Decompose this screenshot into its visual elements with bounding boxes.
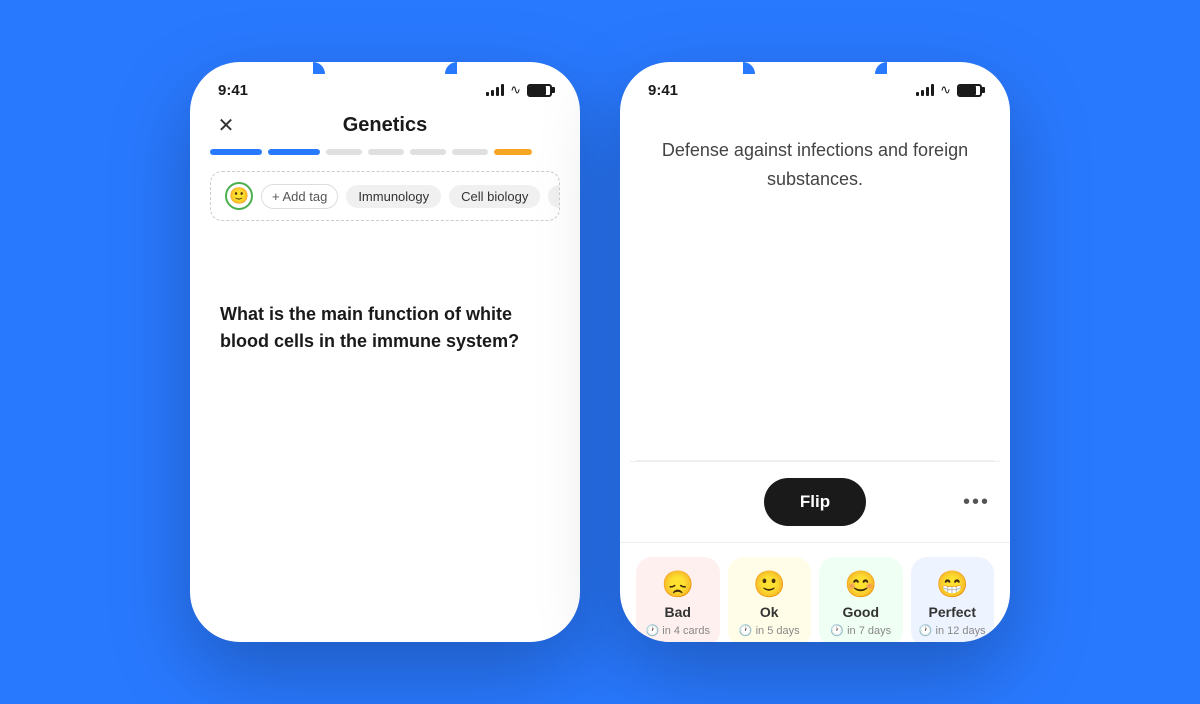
status-icons-right: ∿ — [916, 82, 982, 98]
nav-bar: ✕ Genetics — [210, 106, 560, 149]
tag-more[interactable]: M... — [548, 185, 560, 208]
bad-emoji: 😞 — [662, 569, 694, 600]
clock-icon-bad: 🕐 — [646, 624, 660, 637]
smiley-icon: 🙂 — [229, 186, 249, 206]
battery-fill — [529, 86, 546, 95]
wifi-icon-r: ∿ — [940, 82, 951, 98]
page-title: Genetics — [343, 114, 427, 137]
rating-good-button[interactable]: 😊 Good 🕐 in 7 days — [819, 557, 903, 642]
progress-seg-7 — [494, 149, 532, 155]
battery-fill-r — [959, 86, 976, 95]
progress-seg-4 — [368, 149, 404, 155]
notch — [325, 62, 445, 90]
right-phone: 9:41 ∿ Defense against infections and fo… — [620, 62, 1010, 642]
left-phone: 9:41 ∿ ✕ Genetics — [190, 62, 580, 642]
progress-seg-2 — [268, 149, 320, 155]
progress-seg-1 — [210, 149, 262, 155]
rating-buttons: 😞 Bad 🕐 in 4 cards 🙂 Ok 🕐 in 5 days — [636, 557, 994, 642]
signal-icon — [486, 84, 504, 96]
ok-label: Ok — [760, 604, 779, 620]
perfect-emoji: 😁 — [936, 569, 968, 600]
wifi-icon: ∿ — [510, 82, 521, 98]
progress-seg-3 — [326, 149, 362, 155]
good-emoji: 😊 — [845, 569, 877, 600]
good-label: Good — [842, 604, 879, 620]
progress-seg-5 — [410, 149, 446, 155]
emoji-button[interactable]: 🙂 — [225, 182, 253, 210]
phones-container: 9:41 ∿ ✕ Genetics — [190, 62, 1010, 642]
rating-section: 😞 Bad 🕐 in 4 cards 🙂 Ok 🕐 in 5 days — [620, 542, 1010, 642]
ok-emoji: 🙂 — [753, 569, 785, 600]
signal-icon-r — [916, 84, 934, 96]
ok-time: 🕐 in 5 days — [739, 624, 800, 637]
progress-seg-6 — [452, 149, 488, 155]
close-button[interactable]: ✕ — [210, 110, 242, 142]
rating-bad-button[interactable]: 😞 Bad 🕐 in 4 cards — [636, 557, 720, 642]
tag-immunology[interactable]: Immunology — [346, 185, 441, 208]
flip-button[interactable]: Flip — [764, 478, 866, 526]
flip-row: Flip ••• — [630, 461, 1000, 542]
battery-icon — [527, 84, 552, 97]
phone-content-left: ✕ Genetics 🙂 + Add tag — [190, 106, 580, 375]
tags-row: 🙂 + Add tag Immunology Cell biology M... — [210, 171, 560, 221]
notch-right — [755, 62, 875, 90]
tag-cell-biology[interactable]: Cell biology — [449, 185, 540, 208]
clock-icon-perfect: 🕐 — [919, 624, 933, 637]
add-tag-button[interactable]: + Add tag — [261, 184, 338, 209]
time-right: 9:41 — [648, 82, 678, 99]
card-answer-area: Defense against infections and foreign s… — [620, 106, 1010, 460]
rating-perfect-button[interactable]: 😁 Perfect 🕐 in 12 days — [911, 557, 995, 642]
more-options-button[interactable]: ••• — [963, 491, 990, 514]
card-question: What is the main function of white blood… — [210, 241, 560, 375]
bad-time: 🕐 in 4 cards — [646, 624, 710, 637]
status-icons-left: ∿ — [486, 82, 552, 98]
add-tag-label: + Add tag — [272, 189, 327, 204]
progress-bar — [210, 149, 560, 155]
rating-ok-button[interactable]: 🙂 Ok 🕐 in 5 days — [728, 557, 812, 642]
bad-label: Bad — [665, 604, 691, 620]
perfect-time: 🕐 in 12 days — [919, 624, 986, 637]
clock-icon-ok: 🕐 — [739, 624, 753, 637]
time-left: 9:41 — [218, 82, 248, 99]
good-time: 🕐 in 7 days — [830, 624, 891, 637]
battery-icon-r — [957, 84, 982, 97]
right-phone-inner: Defense against infections and foreign s… — [620, 106, 1010, 642]
clock-icon-good: 🕐 — [830, 624, 844, 637]
perfect-label: Perfect — [929, 604, 976, 620]
card-answer-text: Defense against infections and foreign s… — [650, 136, 980, 194]
